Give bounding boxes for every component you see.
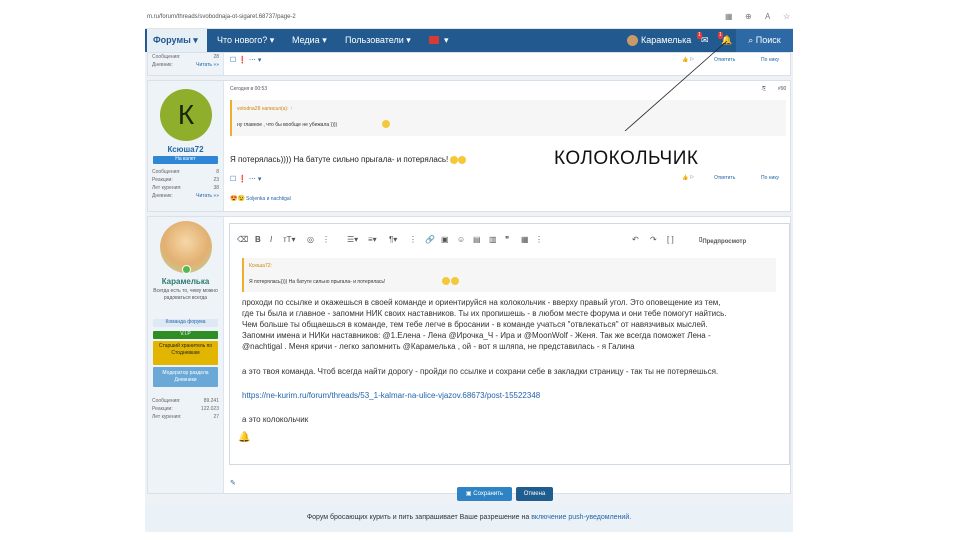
attach-icon[interactable]: ✎	[230, 479, 236, 487]
list-icon[interactable]: ☰▾	[347, 235, 358, 244]
nav-tab-media[interactable]: Медиа ▾	[292, 29, 327, 52]
user-title: Всегда есть то, чему можно радоваться вс…	[153, 288, 218, 301]
post1-sidebar: К Ксюша72 На взлет Сообщения: 8 Реакции: 2…	[148, 81, 224, 211]
laughing-emoji-icon	[442, 277, 450, 285]
smile-emoji-icon	[382, 120, 390, 128]
bold-icon[interactable]: B	[255, 235, 261, 244]
quote-icon[interactable]: ❞	[505, 235, 509, 244]
paragraph-icon[interactable]: ¶▾	[389, 235, 397, 244]
inbox-badge: 1	[697, 32, 702, 39]
post-tools-icon[interactable]: ☐ ❗ ⋯ ▾	[230, 56, 261, 64]
image-icon[interactable]: ▣	[441, 235, 449, 244]
align-icon[interactable]: ≡▾	[368, 235, 377, 244]
annotation-label: КОЛОКОЛЬЧИК	[554, 148, 699, 169]
emoji-icon[interactable]: ☺	[457, 235, 465, 244]
reply-link[interactable]: Ответить	[714, 57, 735, 63]
grid-icon[interactable]: ▦	[725, 12, 733, 21]
moderator-banner: Модератор раздела Дневники	[153, 367, 218, 387]
username[interactable]: Ксюша72	[148, 145, 223, 154]
quote-author[interactable]: votodna28 написал(а): ↑	[237, 106, 292, 112]
address-bar[interactable]: m.ru/forum/threads/svobodnaja-ot-sigaret…	[145, 8, 793, 29]
editor-toolbar: ⌫ B I тT▾ ◎ ⋮ ☰▾ ≡▾ ¶▾ ⋮ 🔗 ▣ ☺ ▤ ▥ ❞ ▦ ⋮…	[237, 232, 789, 250]
alerts-badge: 1	[718, 32, 723, 39]
nav-tab-forums[interactable]: Форумы ▾	[147, 29, 207, 52]
quote-author[interactable]: Ксюша72:	[249, 263, 272, 269]
bbcode-toggle-icon[interactable]: [ ]	[667, 235, 674, 244]
like-icon[interactable]: 👍 ⚐	[682, 175, 694, 181]
more-chevron-icon[interactable]: ▾	[444, 29, 449, 52]
text-size-icon[interactable]: тT▾	[283, 235, 296, 244]
post-tools-icon[interactable]: ☐ ❗ ⋯ ▾	[230, 175, 261, 183]
post-number[interactable]: #90	[778, 86, 786, 92]
more-options-icon[interactable]: ⋮	[409, 235, 417, 244]
online-status-icon	[182, 265, 191, 274]
quote-text: ну главное , что бы вообще не убежала ))…	[237, 122, 338, 128]
enable-push-link[interactable]: включение push-уведомлений.	[531, 514, 631, 521]
user-badge: На взлет	[153, 156, 218, 164]
more-options-icon[interactable]: ⋮	[535, 235, 543, 244]
eraser-icon[interactable]: ⌫	[237, 235, 248, 244]
team-thread-link[interactable]: https://ne-kurim.ru/forum/threads/53_1-k…	[242, 390, 540, 401]
quote-by-nick-link[interactable]: По нику	[761, 57, 779, 63]
favorite-star-icon[interactable]: ☆	[783, 12, 790, 21]
nav-tab-whats-new[interactable]: Что нового? ▾	[217, 29, 274, 52]
team-banner: Команда форума	[153, 319, 218, 327]
inbox-icon[interactable]: ✉	[701, 29, 709, 52]
media-icon[interactable]: ▤	[473, 235, 481, 244]
quote-text: Я потерялась)))) На батуте сильно прыгал…	[249, 279, 386, 285]
share-icon[interactable]: ⎘	[762, 86, 766, 92]
save-button[interactable]: ▣ Сохранить	[457, 487, 512, 501]
redo-icon[interactable]: ↷	[650, 235, 657, 244]
username[interactable]: Карамелька	[148, 277, 223, 286]
quote-block: Ксюша72: Я потерялась)))) На батуте силь…	[242, 258, 776, 292]
previous-post: Сообщения: 28 Дневник: Читать »» ☐ ❗ ⋯ ▾ 👍…	[147, 52, 791, 76]
vip-banner: V.I.P	[153, 331, 218, 339]
read-aloud-icon[interactable]: A	[765, 12, 770, 21]
rank-banner: Старший хранитель по Стодневкам	[153, 341, 218, 365]
reply-editor-post: Карамелька Всегда есть то, чему можно ра…	[147, 216, 791, 494]
italic-icon[interactable]: I	[270, 235, 272, 244]
laughing-emoji-icon	[450, 155, 459, 164]
url-text[interactable]: m.ru/forum/threads/svobodnaja-ot-sigaret…	[147, 14, 296, 20]
color-palette-icon[interactable]: ◎	[307, 235, 314, 244]
avatar[interactable]: К	[160, 89, 212, 141]
more-options-icon[interactable]: ⋮	[322, 235, 330, 244]
message-editor[interactable]: ⌫ B I тT▾ ◎ ⋮ ☰▾ ≡▾ ¶▾ ⋮ 🔗 ▣ ☺ ▤ ▥ ❞ ▦ ⋮…	[229, 223, 790, 465]
reactions-list[interactable]: Soljenka и nachtigal	[246, 196, 291, 202]
link-icon[interactable]: 🔗	[425, 235, 435, 244]
quote-block: votodna28 написал(а): ↑ ну главное , что…	[230, 100, 786, 136]
reply-link[interactable]: Ответить	[714, 175, 735, 181]
user-menu[interactable]: Карамелька	[641, 29, 691, 52]
diary-link[interactable]: Читать »»	[196, 193, 219, 199]
undo-icon[interactable]: ↶	[632, 235, 639, 244]
laughing-emoji-icon	[458, 155, 467, 164]
preview-button[interactable]: ▯ Предпросмотр	[699, 236, 746, 245]
post2-sidebar: Карамелька Всегда есть то, чему можно ра…	[148, 217, 224, 493]
search-button[interactable]: ⌕ Поиск	[736, 29, 793, 52]
reaction-icons[interactable]: 😍😉	[230, 195, 245, 202]
previous-post-sidebar: Сообщения: 28 Дневник: Читать »»	[148, 53, 224, 75]
post-ksyusha72: К Ксюша72 На взлет Сообщения: 8 Реакции: 2…	[147, 80, 791, 212]
post-time[interactable]: Сегодня в 00:53	[230, 86, 267, 92]
zoom-icon[interactable]: ⊕	[745, 12, 752, 21]
laughing-emoji-icon	[451, 277, 459, 285]
browser-window: m.ru/forum/threads/svobodnaja-ot-sigaret…	[145, 8, 793, 532]
push-notice-bar: Форум бросающих курить и пить запрашивае…	[145, 504, 793, 532]
forum-navbar: Форумы ▾ Что нового? ▾ Медиа ▾ Пользоват…	[145, 29, 793, 52]
code-icon[interactable]: ▦	[521, 235, 529, 244]
quote-by-nick-link[interactable]: По нику	[761, 175, 779, 181]
nav-tab-users[interactable]: Пользователи ▾	[345, 29, 411, 52]
bell-image-icon: 🔔	[238, 432, 251, 443]
like-icon[interactable]: 👍 ⚐	[682, 57, 694, 63]
youtube-icon[interactable]	[429, 36, 439, 44]
post-message: Я потерялась)))) На батуте сильно прыгал…	[230, 154, 467, 165]
cancel-button[interactable]: Отмена	[516, 487, 553, 501]
user-avatar[interactable]	[627, 35, 638, 46]
gallery-icon[interactable]: ▥	[489, 235, 497, 244]
diary-link[interactable]: Читать »»	[196, 62, 219, 68]
